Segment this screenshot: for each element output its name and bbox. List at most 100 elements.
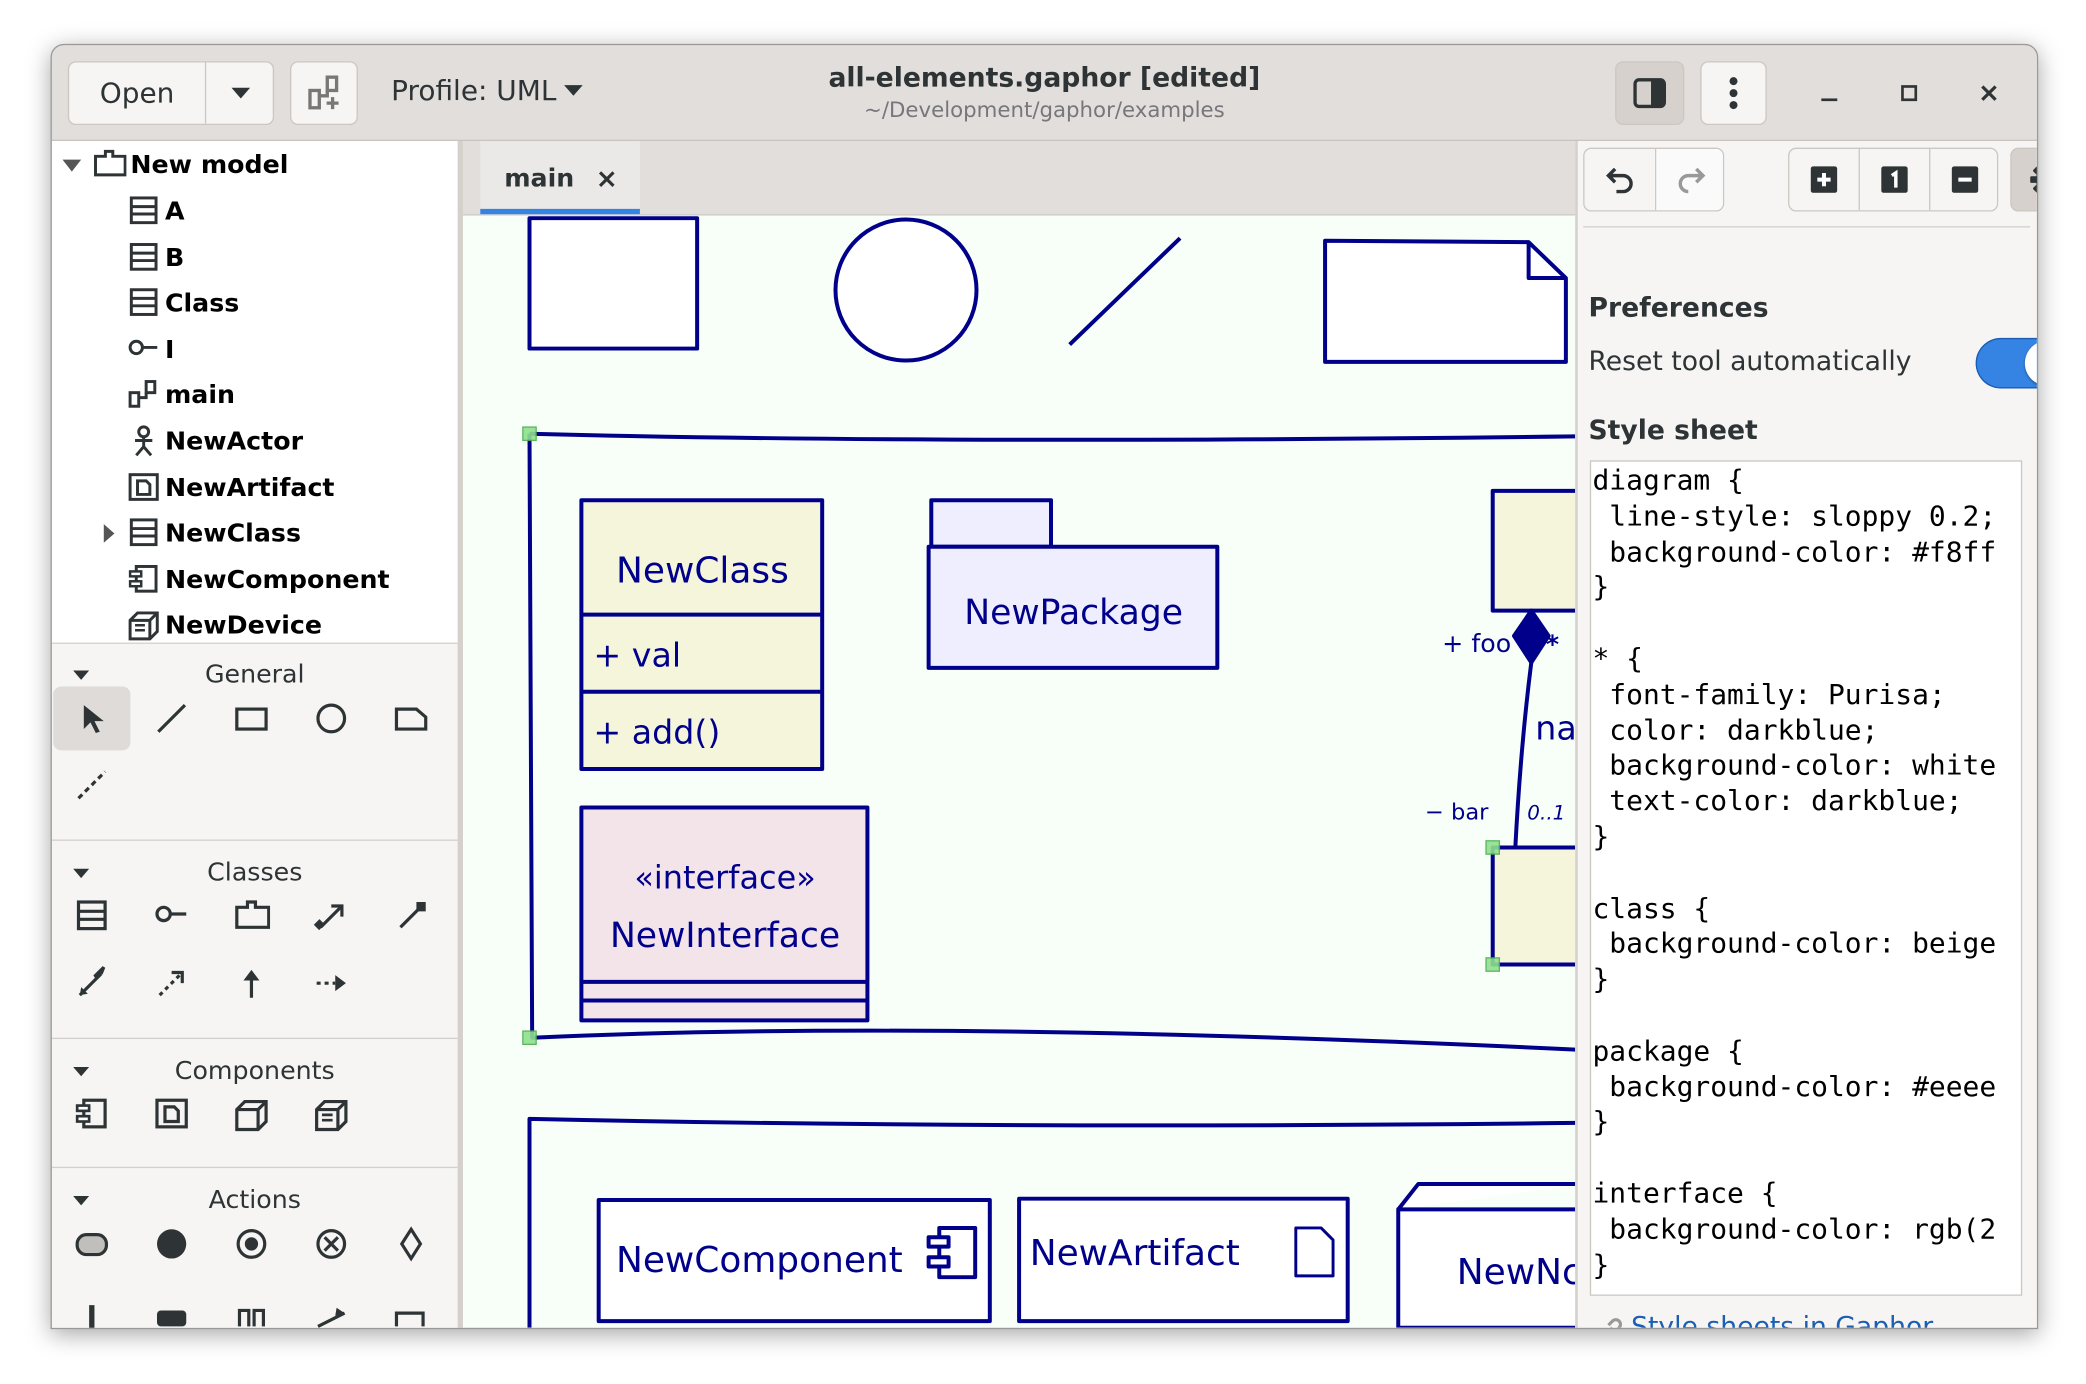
- zoom-100-button[interactable]: [1860, 149, 1931, 211]
- tree-item-label: I: [164, 334, 175, 365]
- tree-item-root[interactable]: New model: [62, 145, 288, 185]
- reset-tool-toggle[interactable]: [1975, 337, 2037, 389]
- tool-object-node[interactable]: [133, 1279, 210, 1328]
- tool-package[interactable]: [213, 885, 290, 949]
- tree-item[interactable]: NewActor: [126, 422, 303, 462]
- tree-item[interactable]: Class: [126, 284, 239, 324]
- tree-item[interactable]: NewDevice: [126, 606, 322, 646]
- class-icon: [76, 900, 107, 931]
- undo-button[interactable]: [1585, 149, 1657, 211]
- comment-icon: [394, 707, 428, 731]
- tree-item-label: NewArtifact: [164, 473, 335, 503]
- tool-generalization[interactable]: [213, 951, 290, 1015]
- expander-arrow[interactable]: [103, 524, 115, 544]
- tool-component[interactable]: [53, 1083, 130, 1147]
- stylesheets-help-link[interactable]: Style sheets in Gaphor: [1631, 1310, 1933, 1327]
- open-recent-dropdown[interactable]: [206, 63, 275, 124]
- expander-arrow[interactable]: [62, 158, 82, 171]
- diagram-canvas[interactable]: NewClass + val + add() NewPackage «inter…: [463, 214, 1575, 1328]
- tool-class[interactable]: [53, 885, 130, 949]
- minimize-button[interactable]: [1808, 72, 1851, 115]
- tool-realization[interactable]: [293, 951, 370, 1015]
- chevron-down-icon: [231, 87, 251, 99]
- association-end-a-multiplicity: *: [1546, 630, 1559, 659]
- tool-box[interactable]: [213, 686, 290, 750]
- component-icon: [75, 1098, 107, 1129]
- class-shape[interactable]: [1490, 488, 1576, 613]
- close-window-button[interactable]: [1968, 72, 2011, 115]
- tool-line[interactable]: [133, 686, 210, 750]
- tree-item[interactable]: I: [126, 330, 174, 370]
- app-window: Open Profile: UML all-elements.gaphor [e…: [50, 43, 2039, 1330]
- stylesheet-heading: Style sheet: [1588, 413, 1758, 446]
- tool-comment-line[interactable]: [53, 753, 130, 817]
- tree-item[interactable]: NewArtifact: [126, 468, 335, 508]
- redo-button[interactable]: [1656, 149, 1723, 211]
- tool-artifact[interactable]: [133, 1083, 210, 1147]
- tab-bar: main ×: [462, 141, 1576, 216]
- link-icon: [1607, 1318, 1623, 1328]
- toggle-sidebar-button[interactable]: [1615, 61, 1685, 126]
- tree-item[interactable]: main: [126, 376, 235, 416]
- zoom-in-button[interactable]: [1789, 149, 1860, 211]
- box-shape[interactable]: [527, 216, 700, 351]
- selection-handle[interactable]: [522, 426, 537, 442]
- tab-main[interactable]: main ×: [480, 141, 640, 215]
- tool-initial-node[interactable]: [133, 1212, 210, 1276]
- tree-item[interactable]: B: [126, 238, 184, 278]
- more-vertical-icon: [1729, 77, 1738, 110]
- new-package-shape[interactable]: [926, 498, 1220, 670]
- maximize-button[interactable]: [1888, 72, 1931, 115]
- tab-label: main: [504, 162, 575, 193]
- open-button-group: Open: [67, 61, 275, 126]
- window-subtitle: ~/Development/gaphor/examples: [864, 97, 1225, 123]
- package-icon: [94, 149, 127, 177]
- tool-comment[interactable]: [373, 686, 450, 750]
- tool-pointer[interactable]: [53, 686, 131, 751]
- profile-label: Profile: UML: [391, 74, 557, 107]
- main-menu-button[interactable]: [1700, 61, 1767, 126]
- tool-accept-event[interactable]: [373, 1279, 450, 1328]
- new-interface-shape[interactable]: [579, 805, 870, 1023]
- tree-item[interactable]: NewClass: [103, 514, 302, 554]
- collapse-arrow-icon: [73, 1196, 90, 1206]
- tool-decision-node[interactable]: [373, 1212, 450, 1276]
- tool-partition[interactable]: [213, 1279, 290, 1328]
- tool-action[interactable]: [53, 1212, 130, 1276]
- zoom-out-button[interactable]: [1930, 149, 1997, 210]
- tool-dependency[interactable]: [133, 951, 210, 1015]
- tool-activity-final[interactable]: [213, 1212, 290, 1276]
- package-icon: [235, 900, 271, 929]
- selection-handle[interactable]: [522, 1030, 537, 1046]
- tool-flow-final[interactable]: [293, 1212, 370, 1276]
- preferences-button[interactable]: [2010, 147, 2037, 212]
- tab-close-button[interactable]: ×: [596, 162, 618, 194]
- line-shape[interactable]: [1068, 236, 1182, 347]
- ellipse-shape[interactable]: [833, 217, 979, 363]
- class-shape[interactable]: [1490, 845, 1576, 967]
- tree-item[interactable]: A: [126, 192, 185, 232]
- new-diagram-button[interactable]: [290, 61, 358, 126]
- tool-device[interactable]: [293, 1083, 370, 1147]
- tool-ellipse[interactable]: [293, 686, 370, 750]
- section-title: General: [204, 659, 305, 690]
- profile-selector[interactable]: Profile: UML: [391, 74, 584, 107]
- tool-node[interactable]: [213, 1083, 290, 1147]
- zoom-out-icon: [1951, 166, 1979, 193]
- stylesheet-editor[interactable]: diagram { line-style: sloppy 0.2; backgr…: [1589, 460, 2023, 1296]
- preferences-heading: Preferences: [1588, 291, 1769, 324]
- model-browser: New model A B Class Imain NewActor NewArtifact…: [51, 141, 458, 646]
- selection-handle[interactable]: [1485, 957, 1501, 972]
- tool-fork-node[interactable]: [53, 1279, 130, 1328]
- undo-redo-group: [1583, 147, 1725, 212]
- selection-handle[interactable]: [1485, 840, 1501, 855]
- tool-association[interactable]: [293, 885, 370, 949]
- tool-interface[interactable]: [133, 885, 210, 949]
- tool-shared-association[interactable]: [373, 885, 450, 949]
- class-icon: [129, 518, 158, 547]
- tree-item[interactable]: NewComponent: [126, 560, 390, 600]
- tree-item-label: NewClass: [164, 519, 302, 549]
- open-button[interactable]: Open: [69, 62, 207, 124]
- tool-composite-association[interactable]: [53, 951, 130, 1015]
- tool-send-signal[interactable]: [293, 1279, 370, 1328]
